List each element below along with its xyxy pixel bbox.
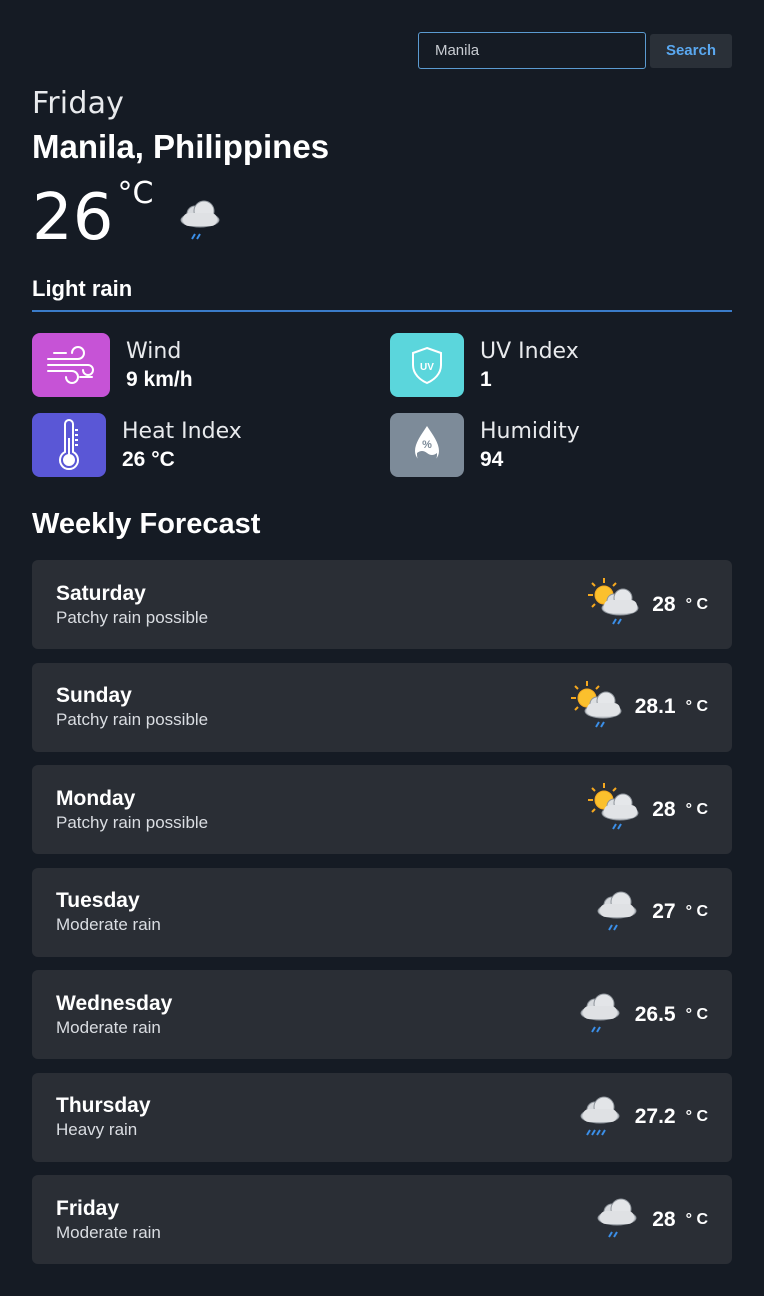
forecast-description: Moderate rain — [56, 1222, 161, 1242]
forecast-day: Friday — [56, 1196, 120, 1220]
forecast-day: Wednesday — [56, 991, 173, 1015]
uv-value: 1 — [480, 367, 492, 391]
forecast-temperature: 28 — [652, 592, 676, 616]
forecast-unit: ° C — [685, 1005, 708, 1023]
rain-cloud-icon — [575, 987, 625, 1042]
current-day: Friday — [32, 86, 125, 121]
stat-uv-index: UV UV Index 1 — [390, 333, 579, 397]
weather-app: Search Friday Manila, Philippines 26 °C … — [0, 0, 764, 1296]
wind-icon — [32, 333, 110, 397]
thermometer-icon — [32, 413, 106, 477]
humidity-label: Humidity — [480, 418, 580, 444]
sun-cloud-rain-icon — [586, 781, 642, 838]
rain-cloud-icon — [592, 885, 642, 940]
search-button[interactable]: Search — [649, 33, 732, 68]
forecast-unit: ° C — [685, 698, 708, 715]
forecast-unit: ° C — [685, 800, 708, 818]
svg-text:UV: UV — [420, 362, 434, 373]
rain-cloud-icon — [592, 1192, 642, 1247]
stat-humidity: % Humidity 94 — [390, 413, 580, 477]
forecast-temperature: 26.5 — [634, 1002, 676, 1026]
svg-text:%: % — [422, 439, 432, 451]
forecast-description: Patchy rain possible — [56, 710, 209, 729]
forecast-card-friday[interactable]: Friday Moderate rain 28 ° C — [32, 1175, 732, 1264]
stat-heat-index: Heat Index 26 °C — [32, 413, 242, 477]
forecast-unit: ° C — [685, 903, 708, 920]
forecast-card-tuesday[interactable]: Tuesday Moderate rain 27 ° C — [32, 867, 732, 957]
forecast-day: Monday — [56, 786, 136, 810]
humidity-value: 94 — [480, 447, 504, 471]
current-temperature-row: 26 °C — [32, 176, 225, 256]
current-location: Manila, Philippines — [32, 128, 330, 165]
current-temperature-unit: °C — [117, 176, 154, 211]
weekly-forecast-list: Saturday Patchy rain possible 28 ° C Sun… — [32, 560, 732, 1278]
current-temperature: 26 — [32, 181, 114, 255]
forecast-unit: ° C — [685, 1108, 708, 1125]
wind-value: 9 km/h — [126, 367, 193, 391]
heat-index-value: 26 °C — [122, 447, 175, 471]
forecast-unit: ° C — [685, 595, 708, 613]
forecast-day: Sunday — [56, 684, 132, 707]
search-bar: Search — [417, 32, 732, 69]
uv-label: UV Index — [480, 338, 579, 364]
humidity-drop-icon: % — [390, 413, 464, 477]
rain-cloud-icon — [175, 194, 225, 249]
forecast-temperature: 27 — [652, 900, 676, 923]
uv-shield-icon: UV — [390, 333, 464, 397]
search-input[interactable] — [417, 32, 646, 69]
heavy-rain-cloud-icon — [575, 1090, 625, 1145]
stat-wind: Wind 9 km/h — [32, 333, 193, 397]
sun-cloud-rain-icon — [586, 576, 642, 633]
heat-index-label: Heat Index — [122, 418, 242, 444]
forecast-card-sunday[interactable]: Sunday Patchy rain possible 28.1 ° C — [32, 662, 732, 752]
forecast-card-monday[interactable]: Monday Patchy rain possible 28 ° C — [32, 765, 732, 854]
forecast-description: Moderate rain — [56, 915, 161, 934]
forecast-description: Heavy rain — [56, 1120, 138, 1139]
forecast-day: Saturday — [56, 581, 146, 605]
forecast-temperature: 28 — [652, 797, 676, 821]
forecast-temperature: 27.2 — [634, 1105, 676, 1128]
wind-label: Wind — [126, 338, 182, 364]
forecast-day: Tuesday — [56, 889, 140, 912]
forecast-temperature: 28 — [652, 1207, 676, 1231]
weekly-forecast-title: Weekly Forecast — [32, 508, 261, 540]
forecast-description: Moderate rain — [56, 1017, 161, 1037]
sun-cloud-rain-icon — [569, 679, 625, 736]
forecast-description: Patchy rain possible — [56, 607, 209, 627]
forecast-card-thursday[interactable]: Thursday Heavy rain 27.2 ° C — [32, 1072, 732, 1162]
forecast-card-wednesday[interactable]: Wednesday Moderate rain 26.5 ° C — [32, 970, 732, 1059]
forecast-description: Patchy rain possible — [56, 812, 209, 832]
forecast-unit: ° C — [685, 1210, 708, 1228]
forecast-card-saturday[interactable]: Saturday Patchy rain possible 28 ° C — [32, 560, 732, 649]
forecast-temperature: 28.1 — [634, 695, 676, 718]
current-condition: Light rain — [32, 276, 732, 312]
forecast-day: Thursday — [56, 1094, 151, 1117]
